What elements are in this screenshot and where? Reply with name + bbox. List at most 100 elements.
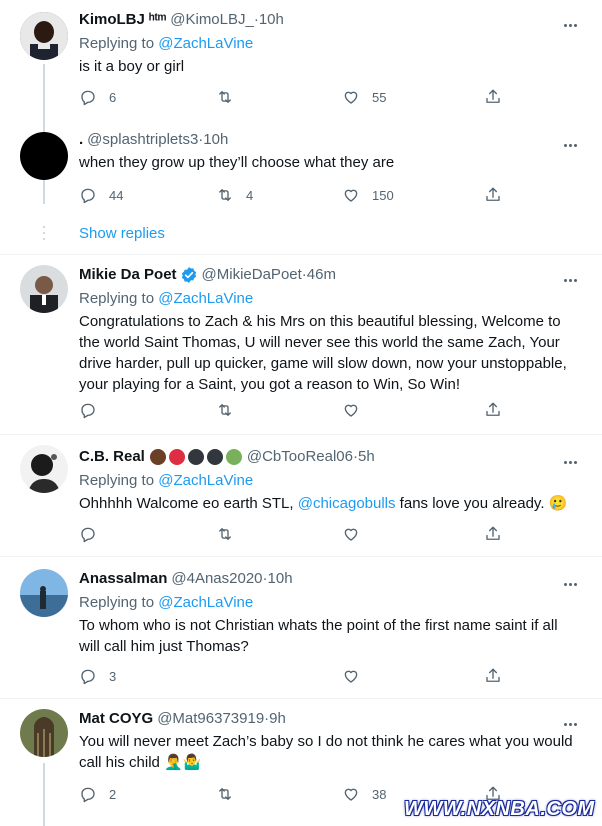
more-options-button[interactable] <box>564 451 584 465</box>
retweet-count: 4 <box>246 187 254 203</box>
timestamp[interactable]: 46m <box>307 265 336 285</box>
share-button[interactable] <box>484 525 502 543</box>
handle[interactable]: @MikieDaPoet <box>202 265 302 285</box>
display-name[interactable]: . <box>79 130 83 150</box>
avatar[interactable] <box>20 132 68 180</box>
display-name[interactable]: Mikie Da Poet <box>79 265 177 285</box>
tweet-splashtriplets[interactable]: . @splashtriplets3 · 10h when they grow … <box>0 120 602 255</box>
reply-count: 3 <box>109 668 117 684</box>
mention-link[interactable]: @ZachLaVine <box>158 290 253 307</box>
mention-link[interactable]: @ZachLaVine <box>158 35 253 52</box>
avatar[interactable] <box>20 445 68 493</box>
like-button[interactable] <box>342 525 360 543</box>
red-circle-icon <box>168 449 185 465</box>
display-name[interactable]: Mat COYG <box>79 709 153 729</box>
tweet-cbreal[interactable]: C.B. Real @CbTooReal06 · 5h Replying to … <box>0 435 602 557</box>
retweet-icon <box>219 528 231 540</box>
reply-button[interactable]: 44 <box>79 186 123 204</box>
retweet-icon <box>219 91 231 103</box>
heart-icon <box>344 528 358 541</box>
retweet-icon <box>219 404 231 416</box>
tweet-text: You will never meet Zach’s baby so I do … <box>79 731 588 773</box>
like-count: 38 <box>372 786 387 802</box>
handle[interactable]: @Mat96373919 <box>157 709 264 729</box>
timestamp[interactable]: 10h <box>268 569 293 589</box>
timestamp[interactable]: 5h <box>358 447 375 467</box>
share-button[interactable] <box>484 88 502 106</box>
avatar-image <box>20 445 68 493</box>
more-options-button[interactable] <box>564 713 584 727</box>
tweet-kimolbj[interactable]: KimoLBJ ʰᵗᵐ @KimoLBJ_ · 10h Replying to … <box>0 0 602 204</box>
more-options-button[interactable] <box>564 573 584 587</box>
brown-fist-emoji-icon <box>149 449 166 465</box>
timestamp[interactable]: 10h <box>259 10 284 30</box>
retweet-button[interactable] <box>216 525 234 543</box>
retweet-button[interactable]: 4 <box>216 186 253 204</box>
reply-icon <box>81 90 95 106</box>
more-options-button[interactable] <box>564 134 584 148</box>
show-replies-link[interactable]: Show replies <box>79 225 165 242</box>
verified-badge-icon <box>181 267 196 283</box>
retweet-button[interactable] <box>216 401 234 419</box>
reply-icon <box>81 787 95 803</box>
timestamp[interactable]: 9h <box>269 709 286 729</box>
tweet-anassalman[interactable]: Anassalman @4Anas2020 · 10h Replying to … <box>0 557 602 699</box>
tweet-text-part: fans love you already. 🥲 <box>395 495 568 512</box>
share-icon <box>486 402 500 416</box>
like-button[interactable] <box>342 401 360 419</box>
replying-to: Replying to @ZachLaVine <box>79 471 588 491</box>
tweet-text: Ohhhhh Walcome eo earth STL, @chicagobul… <box>79 493 588 514</box>
tweet-mikiedapoet[interactable]: Mikie Da Poet @MikieDaPoet · 46m Replyin… <box>0 255 602 435</box>
mention-link[interactable]: @ZachLaVine <box>158 594 253 611</box>
handle[interactable]: @4Anas2020 <box>171 569 262 589</box>
mention-link[interactable]: @chicagobulls <box>298 495 396 512</box>
retweet-icon <box>219 189 231 201</box>
tweet-text-line: call his child 🤦‍♂️🤷‍♂️ <box>79 754 202 771</box>
more-options-button[interactable] <box>564 14 584 28</box>
display-name[interactable]: Anassalman <box>79 569 167 589</box>
avatar[interactable] <box>20 709 68 757</box>
like-button[interactable]: 38 <box>342 785 386 803</box>
replying-prefix: Replying to <box>79 472 159 489</box>
reply-button[interactable]: 3 <box>79 667 116 685</box>
like-button[interactable]: 150 <box>342 186 394 204</box>
tweet-text-line: To whom who is not Christian whats the p… <box>79 617 558 634</box>
heart-icon <box>344 91 358 104</box>
mention-link[interactable]: @ZachLaVine <box>158 472 253 489</box>
retweet-button[interactable] <box>216 785 234 803</box>
share-icon <box>486 526 500 540</box>
display-name[interactable]: KimoLBJ ʰᵗᵐ <box>79 10 166 30</box>
reply-button[interactable] <box>79 401 97 419</box>
avatar[interactable] <box>20 569 68 617</box>
reply-button[interactable] <box>79 525 97 543</box>
avatar[interactable] <box>20 12 68 60</box>
heart-icon <box>344 788 358 801</box>
avatar[interactable] <box>20 265 68 313</box>
like-button[interactable]: 55 <box>342 88 386 106</box>
reply-icon <box>81 669 95 685</box>
thread-dots <box>43 226 45 244</box>
handle[interactable]: @KimoLBJ_ <box>170 10 254 30</box>
like-button[interactable] <box>342 667 360 685</box>
handle[interactable]: @CbTooReal06 <box>247 447 353 467</box>
retweet-button[interactable] <box>216 88 234 106</box>
reply-button[interactable]: 2 <box>79 785 116 803</box>
avatar-image <box>20 569 68 617</box>
replying-to: Replying to @ZachLaVine <box>79 34 588 54</box>
display-name[interactable]: C.B. Real <box>79 447 145 467</box>
share-button[interactable] <box>484 186 502 204</box>
handle[interactable]: @splashtriplets3 <box>87 130 198 150</box>
share-icon <box>486 668 500 682</box>
green-circle-icon <box>225 449 242 465</box>
more-options-button[interactable] <box>564 269 584 283</box>
site-watermark: WWW.NXNBA.COM <box>404 798 595 820</box>
share-button[interactable] <box>484 667 502 685</box>
timestamp[interactable]: 10h <box>203 130 228 150</box>
reply-button[interactable]: 6 <box>79 88 116 106</box>
replying-to: Replying to @ZachLaVine <box>79 593 588 613</box>
share-button[interactable] <box>484 401 502 419</box>
tweet-text: is it a boy or girl <box>79 58 185 75</box>
reply-count: 44 <box>109 187 124 203</box>
avatar-image <box>20 265 68 313</box>
tweet-text-part: Ohhhhh Walcome eo earth STL, <box>79 495 298 512</box>
